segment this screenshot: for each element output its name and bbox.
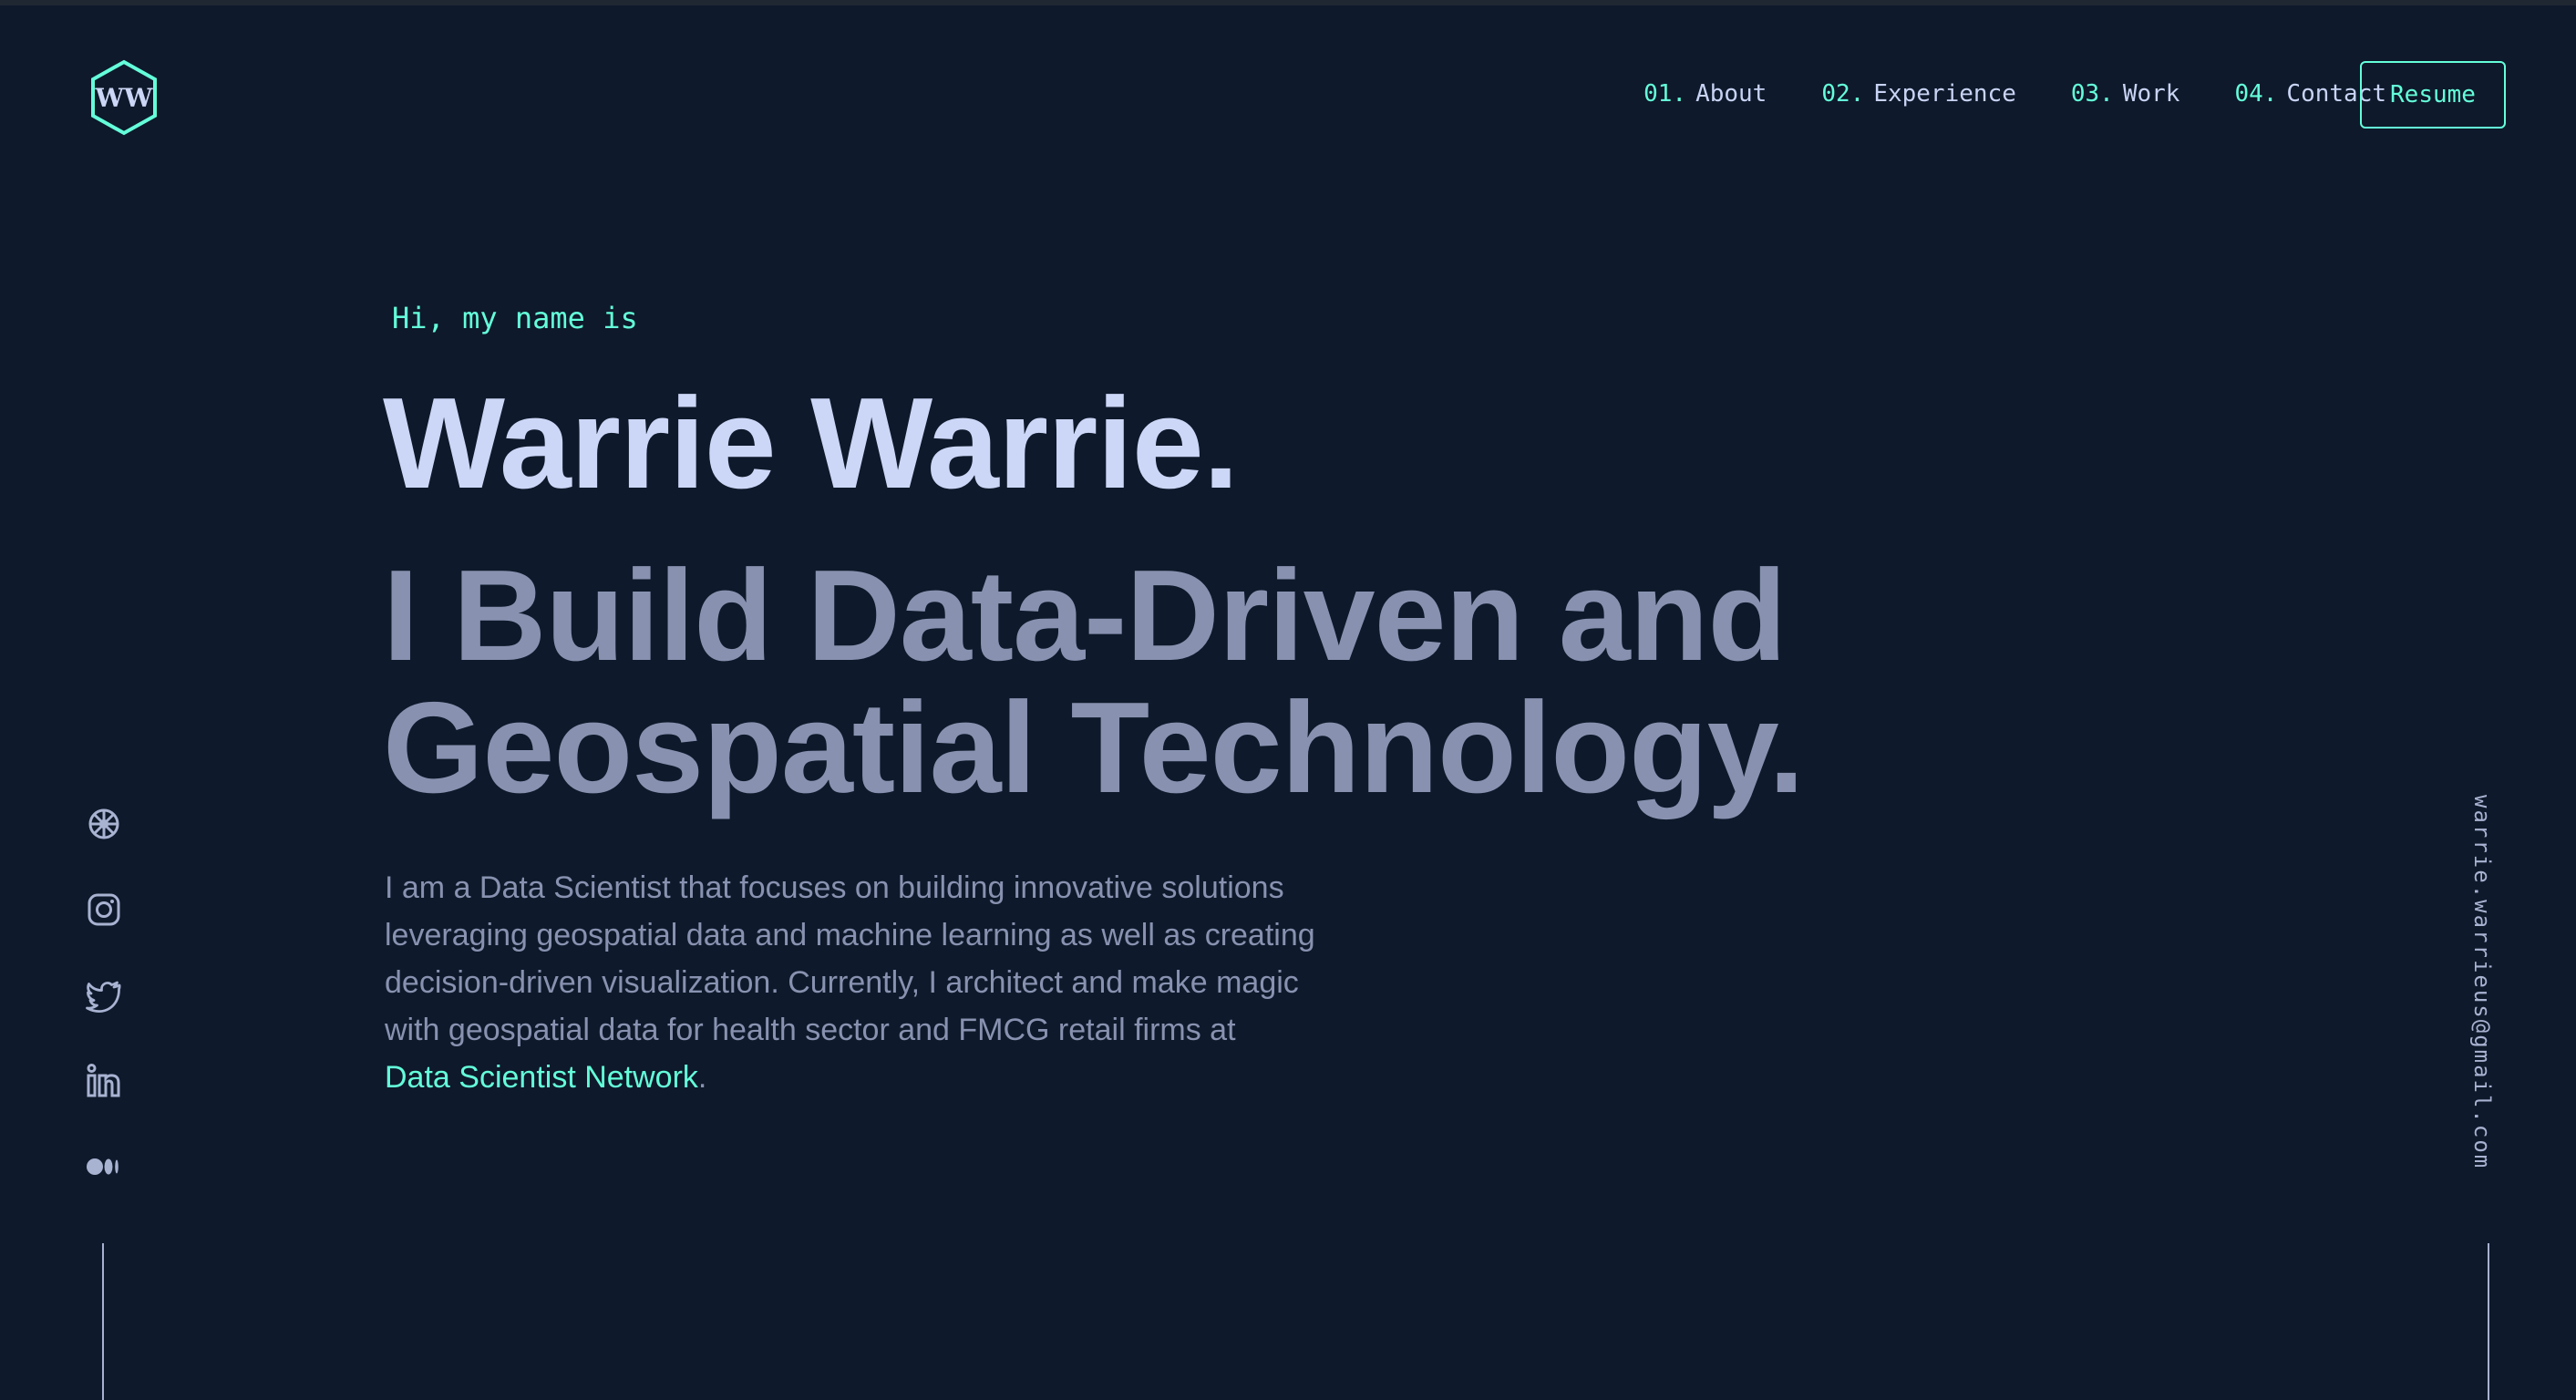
nav-label: About — [1695, 80, 1767, 108]
email-link[interactable]: warrie.warrieus@gmail.com — [2469, 795, 2495, 1169]
nav-number: 01. — [1643, 80, 1687, 108]
hexagon-logo-icon: WW — [91, 59, 157, 136]
hero-greeting: Hi, my name is — [392, 301, 638, 335]
nav-number: 02. — [1821, 80, 1865, 108]
social-divider-line — [102, 1243, 104, 1400]
hero-tagline-line-2: Geospatial Technology. — [383, 675, 1805, 820]
logo[interactable]: WW — [88, 58, 160, 137]
email-divider-line — [2488, 1243, 2489, 1400]
browser-top-edge — [0, 0, 2576, 5]
medium-icon[interactable] — [86, 1148, 122, 1185]
nav-item-work[interactable]: 03. Work — [2071, 80, 2180, 108]
hero-description-line-5: Data Scientist Network. — [385, 1054, 1369, 1101]
hero-description-line-1: I am a Data Scientist that focuses on bu… — [385, 870, 1284, 905]
hero-tagline-line-1: I Build Data-Driven and — [383, 543, 1787, 688]
twitter-icon[interactable] — [86, 977, 122, 1014]
nav-item-experience[interactable]: 02. Experience — [1821, 80, 2016, 108]
social-links — [84, 806, 124, 1185]
main-nav: 01. About 02. Experience 03. Work 04. Contac… — [1643, 80, 2386, 108]
nav-label: Work — [2122, 80, 2180, 108]
company-link[interactable]: Data Scientist Network — [385, 1060, 698, 1095]
nav-number: 03. — [2070, 80, 2114, 108]
hero-description-line-2: leveraging geospatial data and machine l… — [385, 918, 1315, 952]
logo-text: WW — [95, 83, 153, 113]
portfolio-page: WW 01. About 02. Experience 03. Work 04. Con… — [0, 0, 2576, 1400]
hero-description-line-4: with geospatial data for health sector a… — [385, 1013, 1236, 1047]
instagram-icon[interactable] — [86, 891, 122, 928]
hero-tagline: I Build Data-Driven and Geospatial Techn… — [383, 543, 1805, 820]
nav-label: Experience — [1873, 80, 2016, 108]
linkedin-icon[interactable] — [86, 1063, 122, 1099]
hero-description-line-3: decision-driven visualization. Currently… — [385, 965, 1299, 1000]
resume-button[interactable]: Resume — [2360, 61, 2506, 129]
network-icon[interactable] — [86, 806, 122, 842]
link-suffix: . — [697, 1060, 707, 1095]
nav-item-about[interactable]: 01. About — [1643, 80, 1767, 108]
hero-description: I am a Data Scientist that focuses on bu… — [385, 864, 1369, 1101]
hero-name: Warrie Warrie. — [383, 371, 1239, 516]
nav-number: 04. — [2234, 80, 2278, 108]
